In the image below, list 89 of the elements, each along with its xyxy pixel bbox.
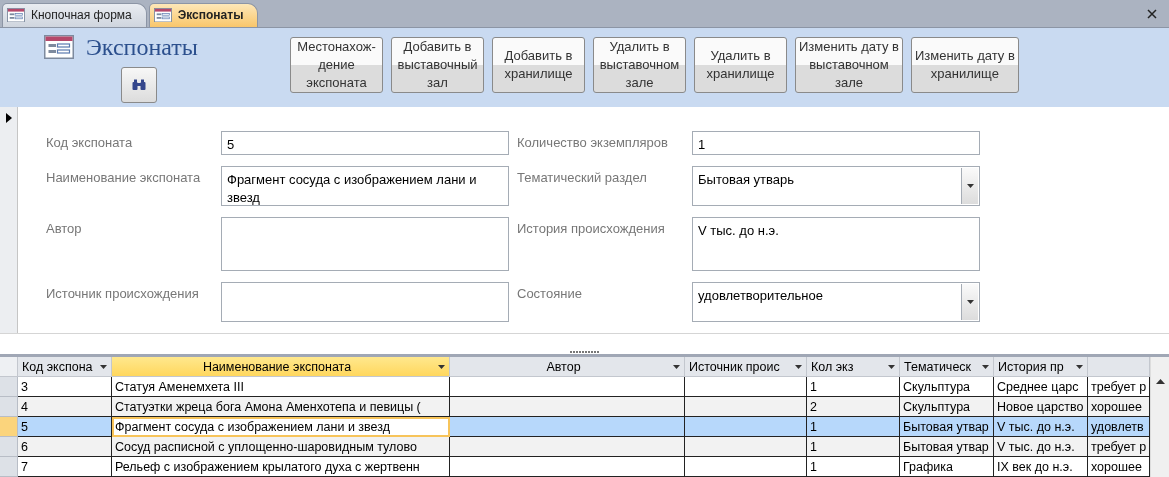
table-cell: Бытовая утвар xyxy=(900,417,994,437)
form-icon xyxy=(7,8,25,23)
splitter-grip-icon[interactable] xyxy=(569,351,600,355)
action-button[interactable]: Изменить дату в хранилище xyxy=(910,36,1019,93)
table-cell: Графика xyxy=(900,457,994,477)
table-cell: Скульптура xyxy=(900,377,994,397)
dropdown-arrow-icon[interactable] xyxy=(966,299,974,304)
action-button[interactable]: Местонахож- дение экспоната xyxy=(290,36,383,93)
dropdown-arrow-icon[interactable] xyxy=(795,364,802,369)
column-title: Код экспона xyxy=(22,359,94,374)
table-cell: 1 xyxy=(807,457,900,477)
table-cell: 4 xyxy=(18,397,112,417)
input-field[interactable]: 1 xyxy=(692,130,980,155)
action-button[interactable]: Изменить дату в выставочном зале xyxy=(795,36,903,93)
table-cell: хорошее xyxy=(1088,457,1150,477)
field-label: История происхождения xyxy=(517,219,666,238)
table-cell: Сосуд расписной с уплощенно-шаровидным тулово xyxy=(112,437,450,457)
table-cell: Среднее царс xyxy=(994,377,1088,397)
table-cell: 5 xyxy=(18,417,112,437)
table-cell: 2 xyxy=(807,397,900,417)
table-cell: 1 xyxy=(807,377,900,397)
field-label: Наименование экспоната xyxy=(46,168,202,187)
table-cell: Скульптура xyxy=(900,397,994,417)
table-cell: Рельеф с изображением крылатого духа с жертвенн xyxy=(112,457,450,477)
column-title: Тематическ xyxy=(904,359,973,374)
binoculars-icon xyxy=(132,78,146,91)
input-field[interactable]: 5 xyxy=(221,130,509,155)
search-button[interactable] xyxy=(121,66,157,103)
table-cell: Новое царство xyxy=(994,397,1088,417)
input-field[interactable]: Фрагмент сосуда с изображением лани и звезд xyxy=(221,165,509,206)
field-label: Количество экземпляров xyxy=(517,133,669,152)
document-tab[interactable]: Экспонаты xyxy=(148,2,259,27)
dropdown-arrow-icon[interactable] xyxy=(1076,364,1083,369)
table-cell: 7 xyxy=(18,457,112,477)
table-cell: требует р xyxy=(1088,377,1150,397)
dropdown-arrow-icon[interactable] xyxy=(100,364,107,369)
column-header[interactable]: История пр xyxy=(994,357,1088,377)
table-cell: удовлетв xyxy=(1088,417,1150,437)
table-cell: V тыс. до н.э. xyxy=(994,437,1088,457)
table-cell: 3 xyxy=(18,377,112,397)
column-header[interactable]: Кол экз xyxy=(807,357,900,377)
form-icon xyxy=(153,8,172,23)
scroll-up-icon[interactable] xyxy=(1155,379,1165,384)
form-icon xyxy=(44,35,74,60)
table-cell: IX век до н.э. xyxy=(994,457,1088,477)
column-header[interactable]: Источник проис xyxy=(685,357,807,377)
action-button[interactable]: Добавить в хранилище xyxy=(492,36,585,93)
dropdown-arrow-icon[interactable] xyxy=(966,183,974,188)
input-field[interactable] xyxy=(221,216,509,271)
column-title: Наименование экспоната xyxy=(201,359,353,374)
dropdown-arrow-icon[interactable] xyxy=(888,364,895,369)
input-field[interactable] xyxy=(221,281,509,322)
field-label: Тематический раздел xyxy=(517,168,648,187)
dropdown-arrow-icon[interactable] xyxy=(982,364,989,369)
field-label: Автор xyxy=(46,219,83,238)
document-tab[interactable]: Кнопочная форма xyxy=(2,2,147,27)
table-cell: 6 xyxy=(18,437,112,457)
input-field[interactable]: V тыс. до н.э. xyxy=(692,216,980,271)
field-label: Код экспоната xyxy=(46,133,134,152)
action-button[interactable]: Удалить в хранилище xyxy=(694,36,787,93)
scrollbar[interactable] xyxy=(1150,357,1169,477)
table-cell: Статуя Аменемхета III xyxy=(112,377,450,397)
combo-box[interactable]: Бытовая утварь xyxy=(692,165,980,206)
column-title: Автор xyxy=(545,359,582,374)
table-cell: требует р xyxy=(1088,437,1150,457)
column-header[interactable]: Автор xyxy=(450,357,685,377)
action-button[interactable]: Удалить в выставочном зале xyxy=(593,36,686,93)
field-label: Состояние xyxy=(517,284,583,303)
column-header[interactable]: Наименование экспоната xyxy=(112,357,450,377)
column-header[interactable]: Код экспона xyxy=(18,357,112,377)
combo-box[interactable]: удовлетворительное xyxy=(692,281,980,322)
table-cell: Бытовая утвар xyxy=(900,437,994,457)
table-cell: Статуэтки жреца бога Амона Аменхотепа и певицы ( xyxy=(112,397,450,417)
dropdown-arrow-icon[interactable] xyxy=(673,364,680,369)
table-cell: хорошее xyxy=(1088,397,1150,417)
table-cell: 1 xyxy=(807,437,900,457)
column-title: Кол экз xyxy=(811,359,855,374)
dropdown-arrow-icon[interactable] xyxy=(438,364,445,369)
column-title: Источник проис xyxy=(689,359,781,374)
field-label: Источник происхождения xyxy=(46,284,200,303)
table-cell: Фрагмент сосуда с изображением лани и звезд xyxy=(112,417,450,437)
action-button[interactable]: Добавить в выставочный зал xyxy=(391,36,484,93)
table-cell: 1 xyxy=(807,417,900,437)
table-cell: V тыс. до н.э. xyxy=(994,417,1088,437)
close-icon[interactable] xyxy=(1147,9,1157,19)
current-record-icon xyxy=(5,112,12,123)
column-title: История пр xyxy=(998,359,1065,374)
form-title: Экспонаты xyxy=(86,33,198,61)
column-header[interactable]: Тематическ xyxy=(900,357,994,377)
